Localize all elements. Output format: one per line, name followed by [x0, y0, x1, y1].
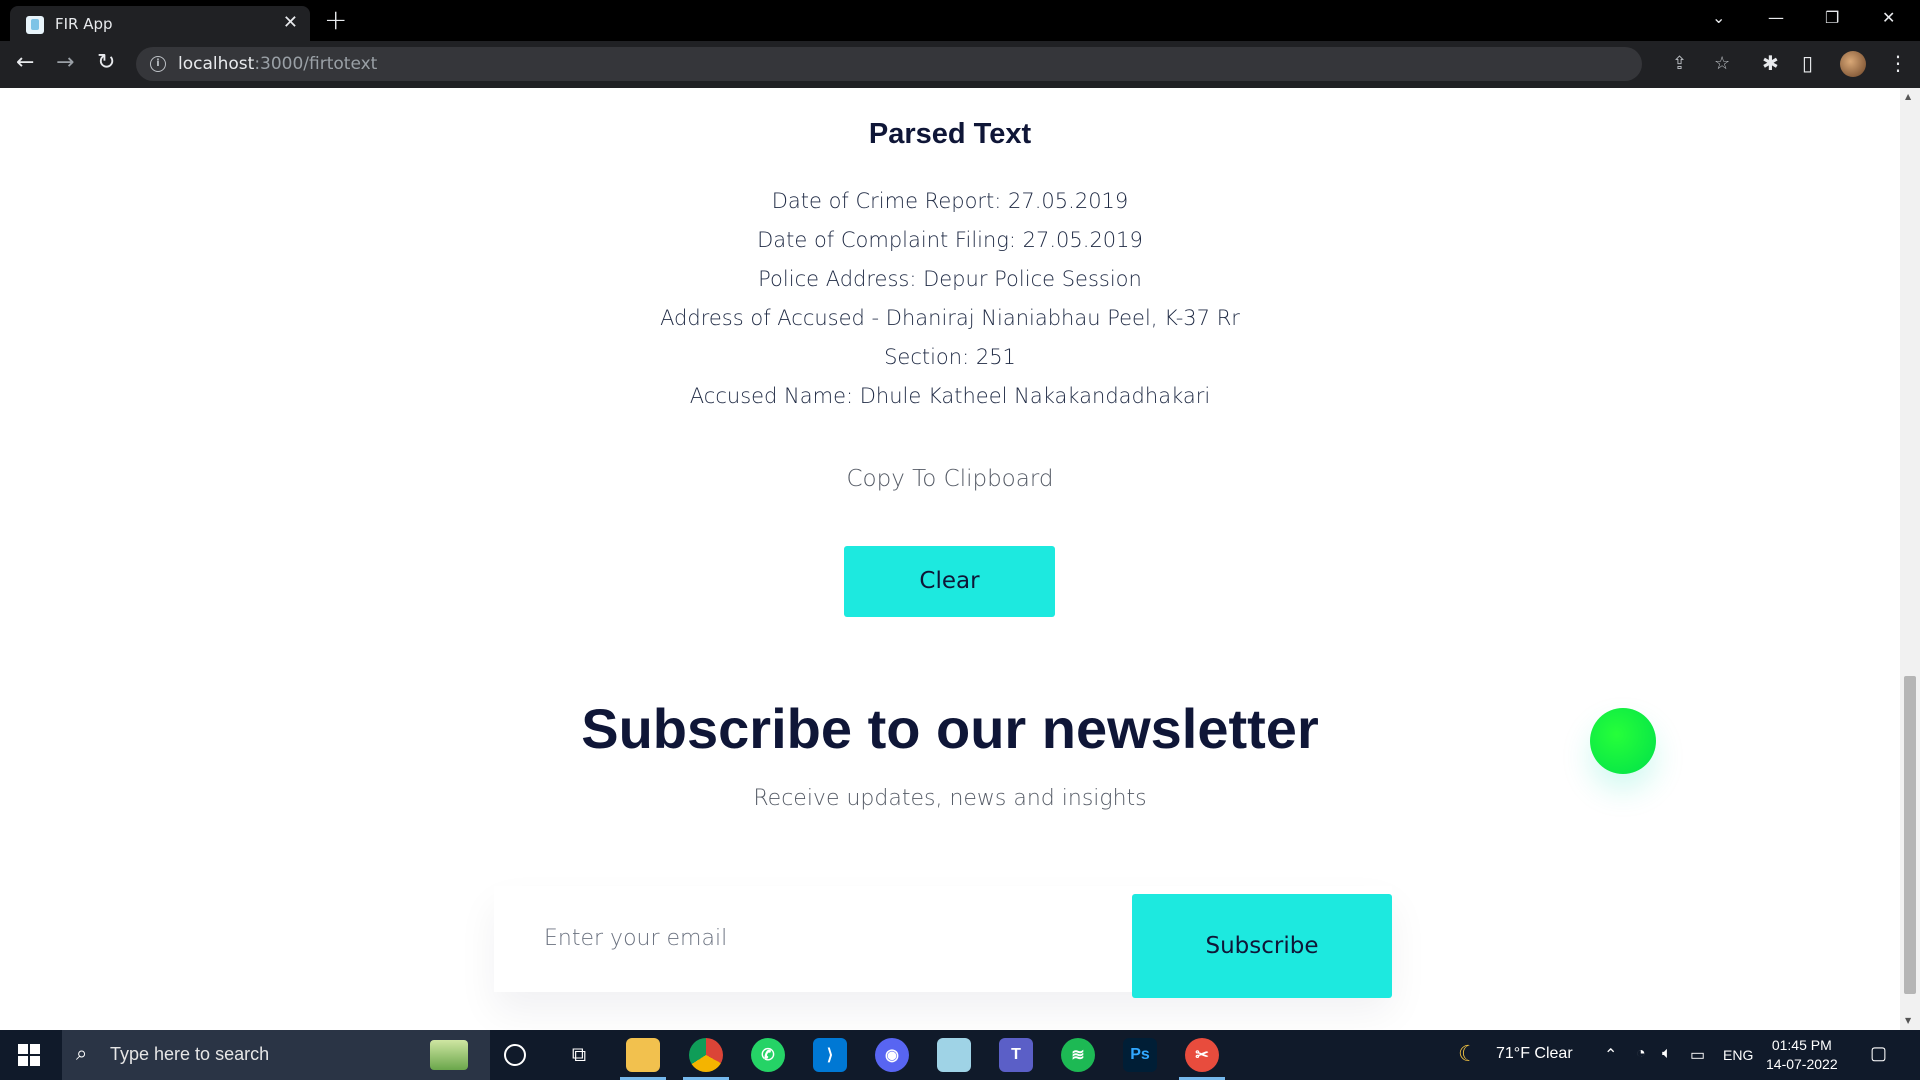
- clock-date: 14-07-2022: [1766, 1056, 1838, 1072]
- copy-to-clipboard-button[interactable]: Copy To Clipboard: [0, 466, 1900, 492]
- parsed-text-title: Parsed Text: [868, 118, 1032, 150]
- reload-icon[interactable]: ↻: [97, 50, 115, 75]
- notes-app-icon[interactable]: [937, 1038, 971, 1072]
- url-text[interactable]: localhost:3000/firtotext: [178, 54, 377, 74]
- newsletter-subtitle: Receive updates, news and insights: [753, 786, 1147, 811]
- whatsapp-icon[interactable]: ✆: [751, 1038, 785, 1072]
- windows-taskbar: ⌕ Type here to search ⧉ ✆ ⟩ ◉ T ≋ Ps ✂ ☾…: [0, 1030, 1920, 1080]
- new-tab-button[interactable]: +: [324, 5, 347, 35]
- moon-weather-icon: ☾: [1458, 1041, 1478, 1066]
- windows-start-icon[interactable]: [18, 1044, 40, 1066]
- show-hidden-icons-chevron[interactable]: ⌃: [1604, 1045, 1617, 1065]
- chrome-icon[interactable]: [683, 1038, 729, 1080]
- photoshop-icon[interactable]: Ps: [1123, 1038, 1157, 1072]
- browser-tab-strip: FIR App ✕ + ⌄ — ❐ ✕: [0, 0, 1920, 41]
- battery-icon[interactable]: ▭: [1690, 1045, 1705, 1065]
- green-floating-dot: [1590, 708, 1656, 774]
- notification-center-icon[interactable]: ▢: [1870, 1043, 1887, 1064]
- bookmark-star-icon[interactable]: ☆: [1714, 53, 1730, 74]
- weather-text[interactable]: 71°F Clear: [1496, 1045, 1573, 1063]
- snipping-tool-icon[interactable]: ✂: [1179, 1038, 1225, 1080]
- tab-search-chevron-icon[interactable]: ⌄: [1712, 8, 1725, 27]
- parsed-line-crime-date: Date of Crime Report: 27.05.2019: [771, 189, 1129, 213]
- task-view-icon[interactable]: ⧉: [562, 1038, 596, 1072]
- tab-title: FIR App: [55, 15, 113, 33]
- taskbar-clock[interactable]: 01:45 PM 14-07-2022: [1766, 1036, 1838, 1074]
- page-content: Parsed Text Date of Crime Report: 27.05.…: [0, 88, 1900, 1030]
- email-input[interactable]: [494, 886, 1132, 990]
- taskbar-search-placeholder: Type here to search: [110, 1044, 270, 1064]
- favicon-icon: [26, 16, 44, 34]
- parsed-text-body: Date of Crime Report: 27.05.2019 Date of…: [0, 182, 1900, 416]
- browser-tab[interactable]: FIR App ✕: [10, 6, 310, 41]
- browser-toolbar: ← → ↻ i localhost:3000/firtotext ⇪ ☆ ✱ ▯…: [0, 41, 1920, 88]
- volume-icon[interactable]: 🔈︎: [1662, 1045, 1672, 1063]
- restore-icon[interactable]: ❐: [1825, 8, 1839, 27]
- parsed-line-police-address: Police Address: Depur Police Session: [758, 267, 1142, 291]
- vscode-icon[interactable]: ⟩: [813, 1038, 847, 1072]
- parsed-line-accused-address: Address of Accused - Dhaniraj Nianiabhau…: [660, 306, 1240, 330]
- side-panel-icon[interactable]: ▯: [1802, 51, 1813, 75]
- teams-icon[interactable]: T: [999, 1038, 1033, 1072]
- clear-button[interactable]: Clear: [844, 546, 1055, 617]
- subscribe-form: Subscribe: [494, 886, 1392, 998]
- profile-avatar[interactable]: [1840, 51, 1866, 77]
- spotify-icon[interactable]: ≋: [1061, 1038, 1095, 1072]
- clock-time: 01:45 PM: [1771, 1037, 1832, 1053]
- extensions-icon[interactable]: ✱: [1762, 51, 1779, 75]
- parsed-line-section: Section: 251: [884, 345, 1016, 369]
- page-scrollbar[interactable]: ▲ ▼: [1900, 88, 1920, 1030]
- address-bar[interactable]: i localhost:3000/firtotext ⇪ ☆: [136, 47, 1730, 81]
- back-arrow-icon[interactable]: ←: [16, 50, 34, 75]
- tab-close-icon[interactable]: ✕: [283, 12, 298, 33]
- network-icon[interactable]: ◔: [1636, 1045, 1646, 1063]
- site-info-icon[interactable]: i: [150, 56, 166, 72]
- parsed-line-complaint-date: Date of Complaint Filing: 27.05.2019: [757, 228, 1143, 252]
- window-close-icon[interactable]: ✕: [1882, 8, 1895, 27]
- language-indicator[interactable]: ENG: [1723, 1047, 1753, 1063]
- scroll-thumb[interactable]: [1904, 676, 1916, 994]
- cortana-icon[interactable]: [504, 1044, 526, 1066]
- forward-arrow-icon[interactable]: →: [56, 50, 74, 75]
- menu-kebab-icon[interactable]: ⋮: [1888, 51, 1908, 75]
- scroll-down-arrow-icon[interactable]: ▼: [1905, 1016, 1911, 1025]
- search-icon: ⌕: [76, 1041, 88, 1065]
- taskbar-search[interactable]: ⌕ Type here to search: [62, 1030, 490, 1080]
- share-icon[interactable]: ⇪: [1672, 53, 1687, 74]
- subscribe-button[interactable]: Subscribe: [1132, 894, 1392, 998]
- search-highlight-icon: [430, 1040, 468, 1070]
- file-explorer-icon[interactable]: [620, 1038, 666, 1080]
- minimize-icon[interactable]: —: [1768, 8, 1784, 27]
- scroll-up-arrow-icon[interactable]: ▲: [1905, 92, 1911, 101]
- parsed-line-accused-name: Accused Name: Dhule Katheel Nakakandadha…: [689, 384, 1211, 408]
- discord-icon[interactable]: ◉: [875, 1038, 909, 1072]
